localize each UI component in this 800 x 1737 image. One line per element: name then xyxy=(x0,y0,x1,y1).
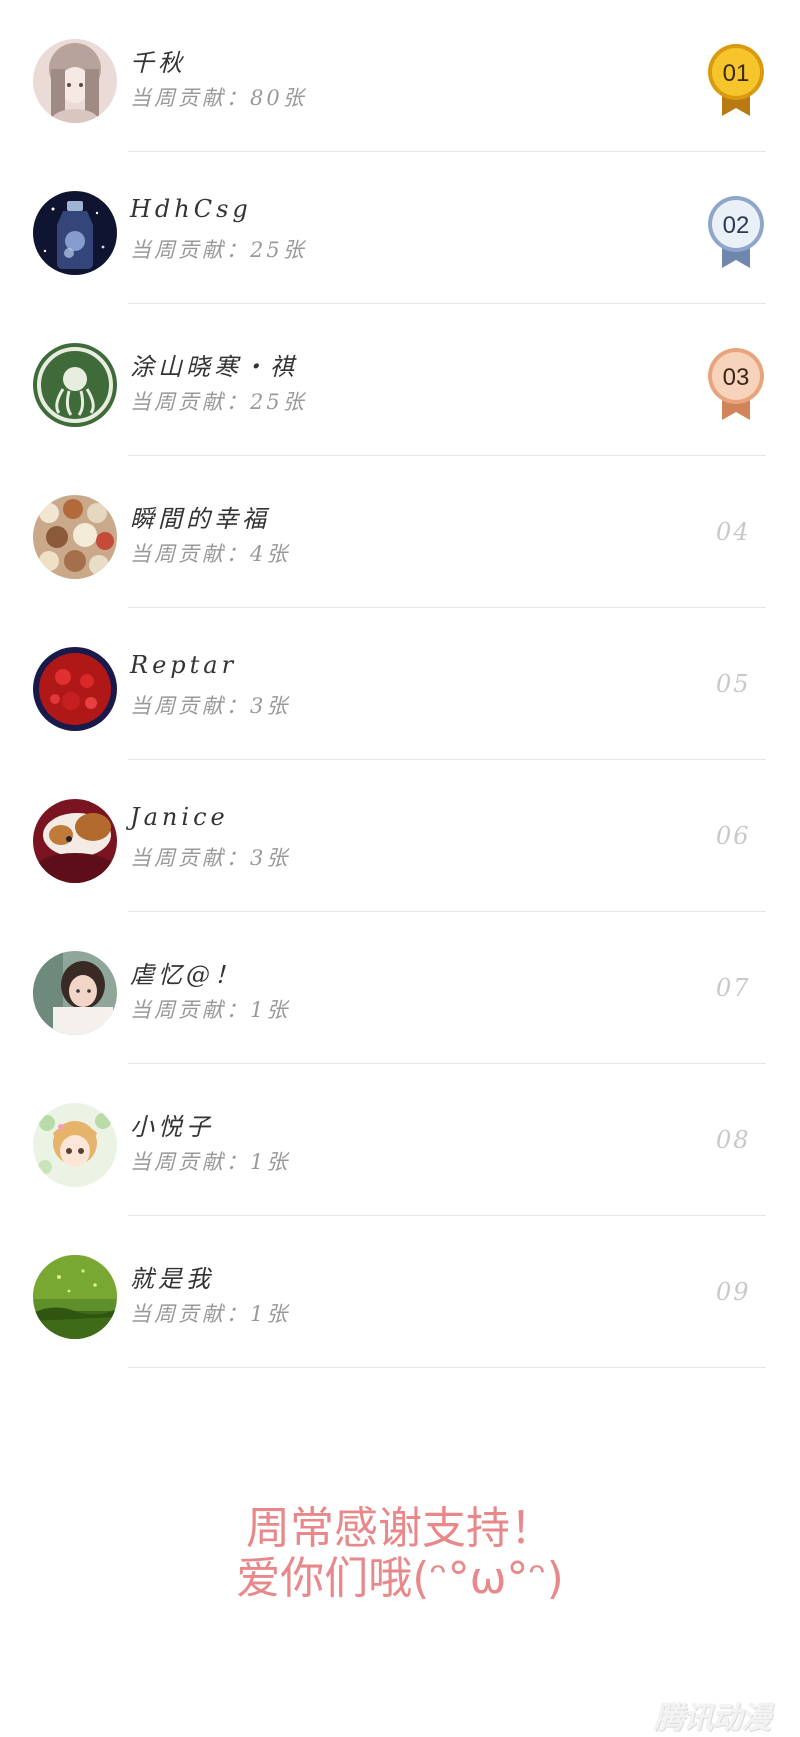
user-name: 涂山晓寒・祺 xyxy=(130,353,298,381)
weekly-contribution: 当周贡献：25张 xyxy=(130,390,307,414)
ranking-row[interactable]: 瞬間的幸福 当周贡献：4张 04 xyxy=(0,456,800,608)
weekly-contribution: 当周贡献：80张 xyxy=(130,86,307,110)
user-avatar[interactable] xyxy=(33,1255,117,1339)
weekly-contribution: 当周贡献：1张 xyxy=(130,998,291,1022)
user-name: Reptar xyxy=(130,651,238,679)
user-avatar[interactable] xyxy=(33,39,117,123)
ranking-row[interactable]: 涂山晓寒・祺 当周贡献：25张 03 xyxy=(0,304,800,456)
thanks-line-1: 周常感谢支持！ xyxy=(246,1503,554,1554)
user-name: 小悦子 xyxy=(130,1113,214,1141)
thanks-message: 周常感谢支持！ 爱你们哦(ᵔ°ω°ᵔ) xyxy=(0,1504,800,1604)
weekly-contribution: 当周贡献：3张 xyxy=(130,694,291,718)
rank-number: 09 xyxy=(716,1278,751,1306)
rank-number: 08 xyxy=(716,1126,751,1154)
weekly-contribution: 当周贡献：1张 xyxy=(130,1302,291,1326)
user-avatar[interactable] xyxy=(33,343,117,427)
bronze-medal-icon: 03 xyxy=(704,346,768,422)
medal-rank: 03 xyxy=(723,364,750,391)
user-avatar[interactable] xyxy=(33,495,117,579)
rank-number: 04 xyxy=(716,518,751,546)
weekly-contribution: 当周贡献：3张 xyxy=(130,846,291,870)
user-name: 瞬間的幸福 xyxy=(130,505,270,533)
ranking-row[interactable]: Reptar 当周贡献：3张 05 xyxy=(0,608,800,760)
row-divider xyxy=(128,1367,766,1368)
ranking-row[interactable]: 虐忆@！ 当周贡献：1张 07 xyxy=(0,912,800,1064)
user-name: 千秋 xyxy=(130,49,186,77)
ranking-row[interactable]: 就是我 当周贡献：1张 09 xyxy=(0,1216,800,1368)
gold-medal-icon: 01 xyxy=(704,42,768,118)
contribution-ranking-list: 千秋 当周贡献：80张 01 HdhCsg 当周贡献：25张 02 涂山晓寒・祺… xyxy=(0,0,800,1368)
user-avatar[interactable] xyxy=(33,647,117,731)
ranking-row[interactable]: Janice 当周贡献：3张 06 xyxy=(0,760,800,912)
rank-number: 06 xyxy=(716,822,751,850)
rank-number: 07 xyxy=(716,974,751,1002)
medal-rank: 02 xyxy=(723,212,750,239)
user-avatar[interactable] xyxy=(33,951,117,1035)
tencent-comics-watermark: 腾讯动漫 xyxy=(654,1701,771,1736)
medal-rank: 01 xyxy=(723,60,750,87)
ranking-row[interactable]: 小悦子 当周贡献：1张 08 xyxy=(0,1064,800,1216)
user-name: HdhCsg xyxy=(130,195,252,223)
user-avatar[interactable] xyxy=(33,799,117,883)
user-avatar[interactable] xyxy=(33,191,117,275)
silver-medal-icon: 02 xyxy=(704,194,768,270)
weekly-contribution: 当周贡献：1张 xyxy=(130,1150,291,1174)
weekly-contribution: 当周贡献：25张 xyxy=(130,238,307,262)
ranking-row[interactable]: HdhCsg 当周贡献：25张 02 xyxy=(0,152,800,304)
user-name: 就是我 xyxy=(130,1265,214,1293)
user-avatar[interactable] xyxy=(33,1103,117,1187)
ranking-row[interactable]: 千秋 当周贡献：80张 01 xyxy=(0,0,800,152)
user-name: 虐忆@！ xyxy=(130,961,242,989)
weekly-contribution: 当周贡献：4张 xyxy=(130,542,291,566)
thanks-line-2: 爱你们哦(ᵔ°ω°ᵔ) xyxy=(236,1553,564,1604)
rank-number: 05 xyxy=(716,670,751,698)
user-name: Janice xyxy=(130,803,229,831)
